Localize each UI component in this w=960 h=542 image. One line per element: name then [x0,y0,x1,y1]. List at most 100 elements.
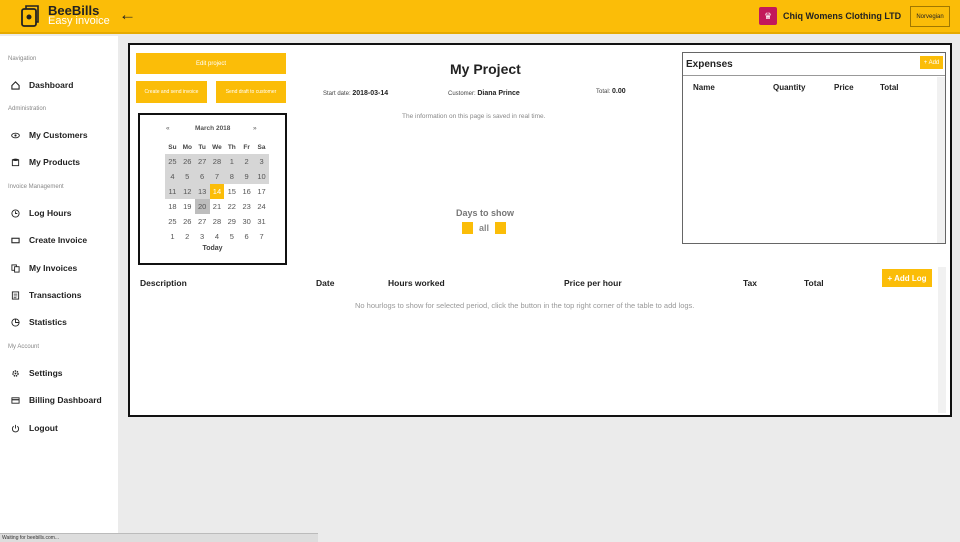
calendar-day[interactable]: 29 [224,214,239,229]
calendar-today-button[interactable]: Today [140,245,285,252]
calendar-day[interactable]: 2 [239,154,255,169]
sidebar-item-create-invoice[interactable]: Create Invoice [10,235,87,245]
days-increase-button[interactable] [495,222,507,234]
company-name: Chiq Womens Clothing LTD [783,11,902,21]
calendar-day[interactable]: 3 [254,154,269,169]
calendar-day[interactable]: 25 [165,214,180,229]
calendar-day[interactable]: 10 [254,169,269,184]
sidebar-item-my-products[interactable]: My Products [10,157,80,167]
calendar-day[interactable]: 6 [239,229,254,244]
weekday-label: Su [168,143,177,151]
sidebar-item-label: My Products [29,157,81,167]
sidebar-section-invoice-management: Invoice Management [8,184,64,190]
calendar-next-button[interactable]: » [253,125,257,132]
column-header-name: Name [693,83,715,92]
calendar-day[interactable]: 17 [254,184,269,199]
sidebar-item-label: Logout [29,423,58,433]
calendar-day[interactable]: 1 [224,154,240,169]
calendar-day[interactable]: 25 [165,154,180,169]
calendar-day[interactable]: 2 [180,229,195,244]
calendar-day[interactable]: 23 [239,199,254,214]
sidebar-item-settings[interactable]: Settings [10,368,63,378]
company-selector[interactable]: ♛ Chiq Womens Clothing LTD [759,7,901,25]
language-button[interactable]: Norvegian [910,6,950,27]
calendar-day[interactable]: 21 [210,199,225,214]
brand-logo[interactable]: BeeBills Easy invoice [20,4,110,28]
calendar-day[interactable]: 6 [194,169,210,184]
calendar-day[interactable]: 11 [165,184,180,199]
sidebar-item-label: Create Invoice [29,235,88,245]
calendar-day[interactable]: 30 [239,214,254,229]
days-decrease-button[interactable] [462,222,473,234]
calendar-day[interactable]: 7 [254,229,269,244]
start-date-label: Start date: [323,91,351,97]
calendar-grid: Su Mo Tu We Th Fr Sa 25 26 27 28 1 2 3 4… [165,140,269,244]
eye-icon [10,130,20,140]
sidebar-item-label: Log Hours [29,208,72,218]
weekday-label: Sa [257,143,266,151]
calendar-day[interactable]: 18 [165,199,180,214]
create-send-invoice-button[interactable]: Create and send invoice [136,81,207,103]
list-icon [10,290,20,300]
sidebar-item-my-customers[interactable]: My Customers [10,130,88,140]
customer-value: Diana Prince [477,90,520,97]
days-to-show-value: all [479,223,490,233]
sidebar-item-label: Settings [29,368,63,378]
calendar-day[interactable]: 4 [210,229,225,244]
sidebar-item-my-invoices[interactable]: My Invoices [10,263,77,273]
column-header-total: Total [880,83,899,92]
calendar-day[interactable]: 16 [239,184,254,199]
sidebar-section-navigation: Navigation [8,56,37,62]
calendar-day[interactable]: 7 [209,169,225,184]
calendar-day[interactable]: 4 [165,169,180,184]
sidebar-item-label: My Invoices [29,263,78,273]
calendar-day[interactable]: 31 [254,214,269,229]
calendar-day[interactable]: 13 [194,184,210,199]
calendar-month-label[interactable]: March 2018 [195,125,230,132]
sidebar-section-my-account: My Account [8,344,40,350]
send-draft-button[interactable]: Send draft to customer [216,81,286,103]
add-log-button[interactable]: + Add Log [882,269,932,287]
sidebar-item-billing-dashboard[interactable]: Billing Dashboard [10,395,102,405]
sidebar-item-log-hours[interactable]: Log Hours [10,208,72,218]
calendar-day[interactable]: 28 [209,154,225,169]
expenses-scrollbar[interactable] [937,77,945,243]
sidebar-item-transactions[interactable]: Transactions [10,290,81,300]
power-icon [10,423,20,433]
calendar-day[interactable]: 9 [239,169,255,184]
calendar-day[interactable]: 3 [195,229,210,244]
add-expense-button[interactable]: + Add [920,56,943,69]
sidebar-item-dashboard[interactable]: Dashboard [10,80,73,90]
sidebar-item-statistics[interactable]: Statistics [10,317,67,327]
calendar-day[interactable]: 19 [180,199,195,214]
calendar-day-hovered[interactable]: 20 [194,199,210,214]
calendar-day[interactable]: 1 [165,229,180,244]
calendar-day[interactable]: 24 [254,199,269,214]
project-panel: Edit project Create and send invoice Sen… [128,43,952,417]
logs-scrollbar[interactable] [938,267,946,413]
calendar-day[interactable]: 8 [224,169,240,184]
calendar-day[interactable]: 22 [224,199,239,214]
calendar-day[interactable]: 26 [180,214,195,229]
edit-project-button[interactable]: Edit project [136,53,286,74]
calendar-day-selected[interactable]: 14 [209,184,225,199]
calendar-day[interactable]: 27 [195,214,210,229]
date-calendar: « March 2018 » Su Mo Tu We Th Fr Sa 25 2… [138,113,287,265]
customer-info: Customer: Diana Prince [448,90,520,97]
calendar-day[interactable]: 26 [179,154,195,169]
calendar-day[interactable]: 5 [224,229,239,244]
sidebar-item-logout[interactable]: Logout [10,423,58,433]
calendar-day[interactable]: 27 [194,154,210,169]
clock-icon [10,208,20,218]
arrow-left-icon[interactable]: ← [119,5,136,25]
column-header-date: Date [316,278,335,288]
calendar-day[interactable]: 28 [210,214,225,229]
pie-icon [10,317,20,327]
calendar-day[interactable]: 12 [179,184,195,199]
divider [683,75,945,76]
calendar-day[interactable]: 5 [179,169,195,184]
brand-subtitle: Easy invoice [48,15,110,27]
calendar-prev-button[interactable]: « [166,125,170,132]
realtime-info-text: The information on this page is saved in… [402,113,546,120]
calendar-day[interactable]: 15 [224,184,239,199]
